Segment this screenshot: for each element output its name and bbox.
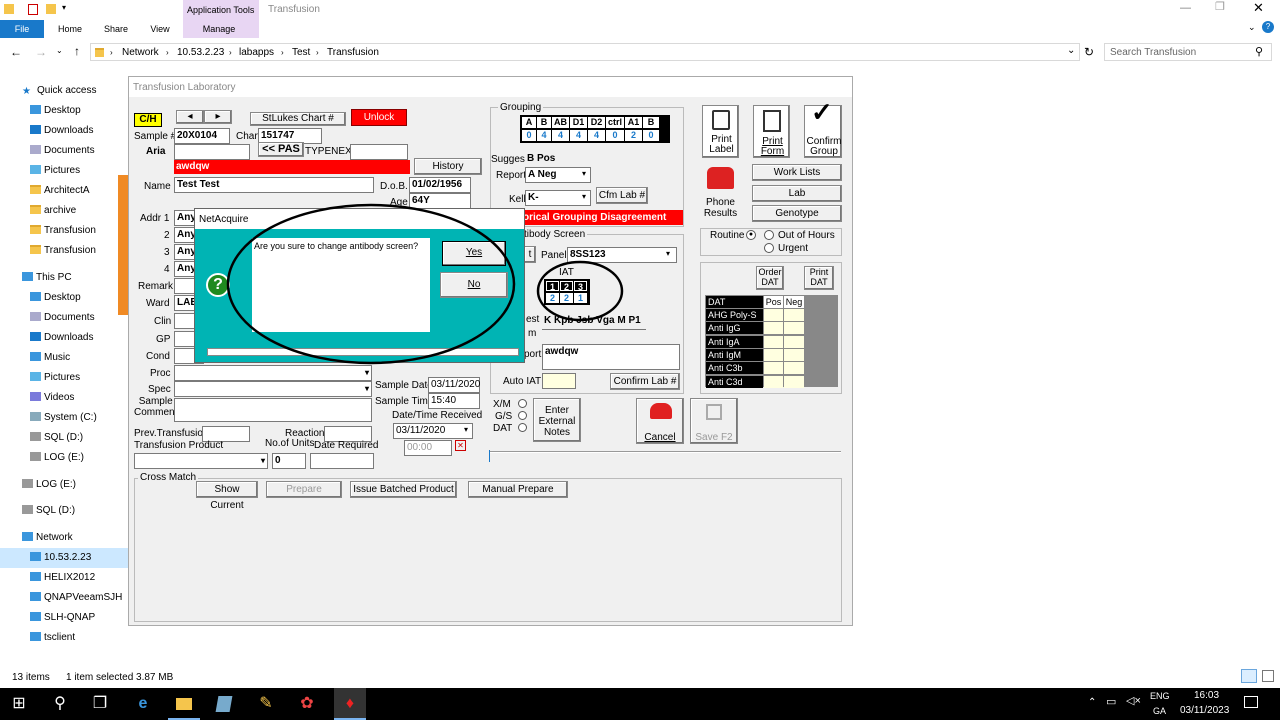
start-icon[interactable]: ⊞ — [3, 688, 35, 720]
notifications-icon[interactable] — [1244, 696, 1258, 708]
annotation-ellipse-dialog — [226, 203, 516, 365]
app-icon[interactable]: ✿ — [291, 688, 323, 720]
netacquire-icon[interactable]: ♦ — [334, 688, 366, 720]
task-view-icon[interactable]: ❐ — [84, 688, 116, 720]
clock-time[interactable]: 16:03 — [1194, 690, 1219, 702]
folder-glyph — [176, 698, 192, 710]
annotation-ellipse-iat — [536, 260, 624, 322]
edge-icon[interactable]: e — [127, 688, 159, 720]
search-icon[interactable]: ⚲ — [44, 688, 76, 720]
network-tray-icon[interactable]: ▭ — [1106, 695, 1116, 708]
lang-primary[interactable]: ENG — [1150, 690, 1170, 702]
tray-chevron-icon[interactable]: ⌃ — [1088, 697, 1096, 708]
tools-icon[interactable]: ✎ — [250, 688, 282, 720]
volume-muted-icon[interactable]: ◁× — [1126, 694, 1141, 707]
clock-date[interactable]: 03/11/2023 — [1180, 705, 1229, 717]
lang-secondary[interactable]: GA — [1153, 705, 1166, 717]
annotation-overlay — [226, 203, 624, 365]
notepad-icon[interactable] — [208, 688, 240, 720]
notepad-glyph — [215, 696, 233, 712]
file-explorer-icon[interactable] — [168, 688, 200, 720]
